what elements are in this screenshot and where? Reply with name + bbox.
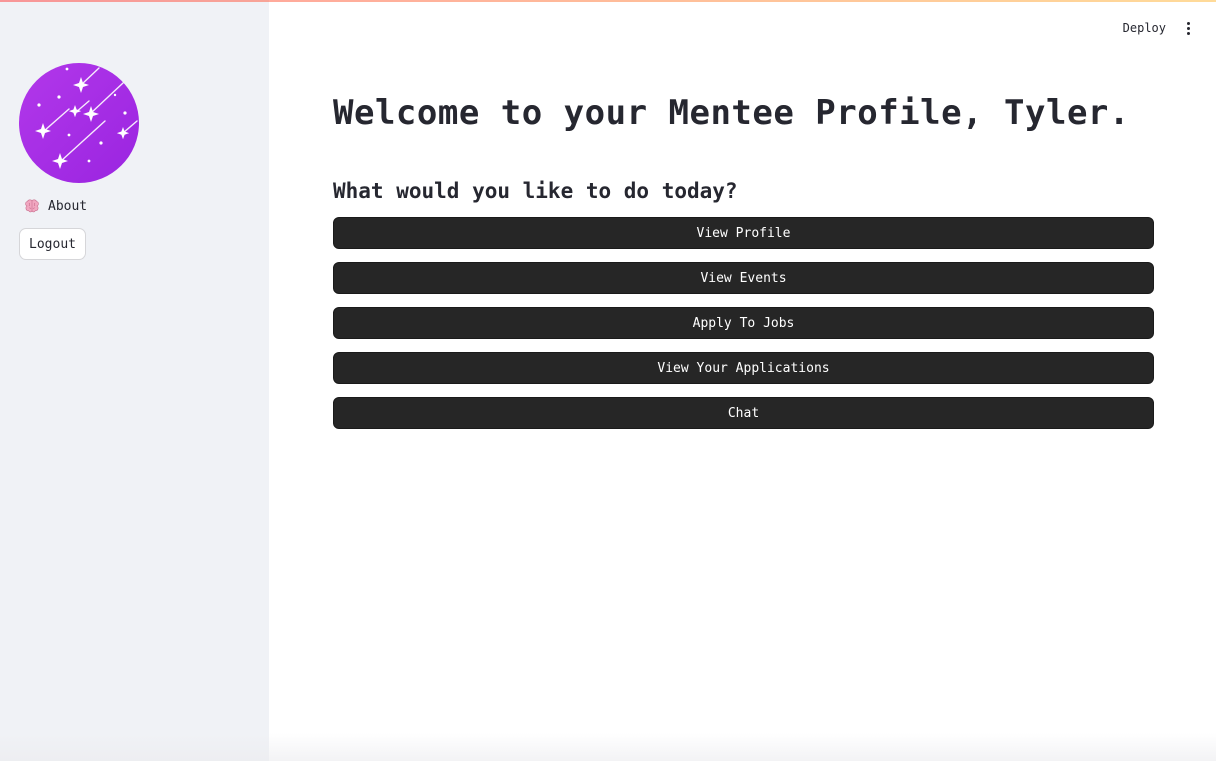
app-logo	[19, 63, 139, 183]
chat-button[interactable]: Chat	[333, 397, 1154, 429]
view-events-button[interactable]: View Events	[333, 262, 1154, 294]
sidebar: About Logout	[0, 0, 269, 761]
kebab-menu-icon[interactable]	[1180, 18, 1196, 38]
apply-to-jobs-button[interactable]: Apply To Jobs	[333, 307, 1154, 339]
section-subtitle: What would you like to do today?	[333, 179, 738, 203]
sidebar-item-label: About	[48, 198, 88, 214]
brain-icon	[24, 199, 40, 213]
view-profile-button[interactable]: View Profile	[333, 217, 1154, 249]
shooting-stars-logo-icon	[19, 63, 139, 183]
sidebar-item-about[interactable]: About	[24, 196, 87, 216]
main-content: Welcome to your Mentee Profile, Tyler. W…	[333, 92, 1154, 429]
logout-button[interactable]: Logout	[19, 228, 86, 260]
action-buttons: View Profile View Events Apply To Jobs V…	[333, 217, 1154, 429]
view-applications-button[interactable]: View Your Applications	[333, 352, 1154, 384]
header-decoration-bar	[0, 0, 1216, 2]
page-title: Welcome to your Mentee Profile, Tyler.	[333, 93, 1130, 133]
deploy-button[interactable]: Deploy	[1123, 21, 1166, 35]
header-toolbar: Deploy	[1123, 18, 1196, 38]
